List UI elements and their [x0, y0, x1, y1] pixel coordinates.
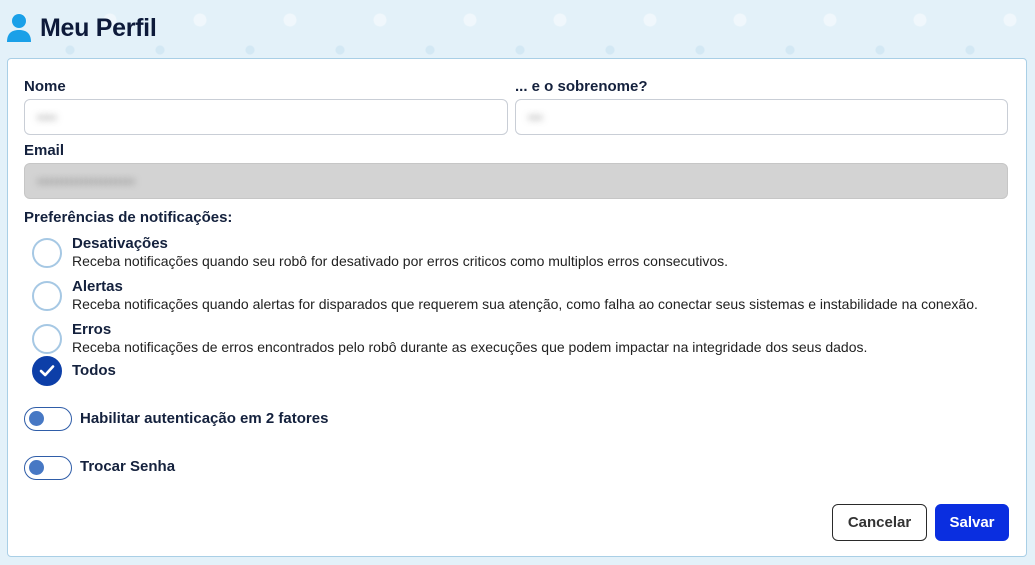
option-title: Todos	[72, 362, 116, 379]
checkmark-icon	[39, 365, 55, 377]
save-button[interactable]: Salvar	[935, 504, 1009, 541]
option-description: Receba notificações quando alertas for d…	[72, 296, 978, 312]
email-label: Email	[24, 142, 65, 159]
toggle-knob	[29, 460, 44, 475]
first-name-label: Nome	[24, 78, 66, 95]
last-name-value: •••	[528, 109, 543, 125]
toggle-knob	[29, 411, 44, 426]
option-description: Receba notificações de erros encontrados…	[72, 339, 868, 355]
page-title: Meu Perfil	[40, 13, 157, 42]
option-title: Desativações	[72, 235, 168, 252]
first-name-input[interactable]: ••••	[24, 99, 508, 135]
radio-desativacoes[interactable]	[32, 238, 62, 268]
profile-card: Nome •••• ... e o sobrenome? ••• Email •…	[7, 58, 1027, 557]
change-password-toggle[interactable]	[24, 456, 72, 480]
option-title: Alertas	[72, 278, 123, 295]
email-value: ••••••••••••••••••••	[37, 173, 136, 189]
email-input: ••••••••••••••••••••	[24, 163, 1008, 199]
option-title: Erros	[72, 321, 112, 338]
notification-preferences-title: Preferências de notificações:	[24, 209, 233, 226]
radio-alertas[interactable]	[32, 281, 62, 311]
radio-erros[interactable]	[32, 324, 62, 354]
change-password-label: Trocar Senha	[80, 458, 176, 475]
radio-todos[interactable]	[32, 356, 62, 386]
last-name-label: ... e o sobrenome?	[515, 78, 648, 95]
cancel-button[interactable]: Cancelar	[832, 504, 927, 541]
two-factor-toggle[interactable]	[24, 407, 72, 431]
user-icon	[7, 14, 31, 42]
two-factor-label: Habilitar autenticação em 2 fatores	[80, 410, 329, 427]
first-name-value: ••••	[37, 109, 57, 125]
page-header: Meu Perfil	[0, 0, 1035, 56]
last-name-input[interactable]: •••	[515, 99, 1008, 135]
option-description: Receba notificações quando seu robô for …	[72, 253, 728, 269]
